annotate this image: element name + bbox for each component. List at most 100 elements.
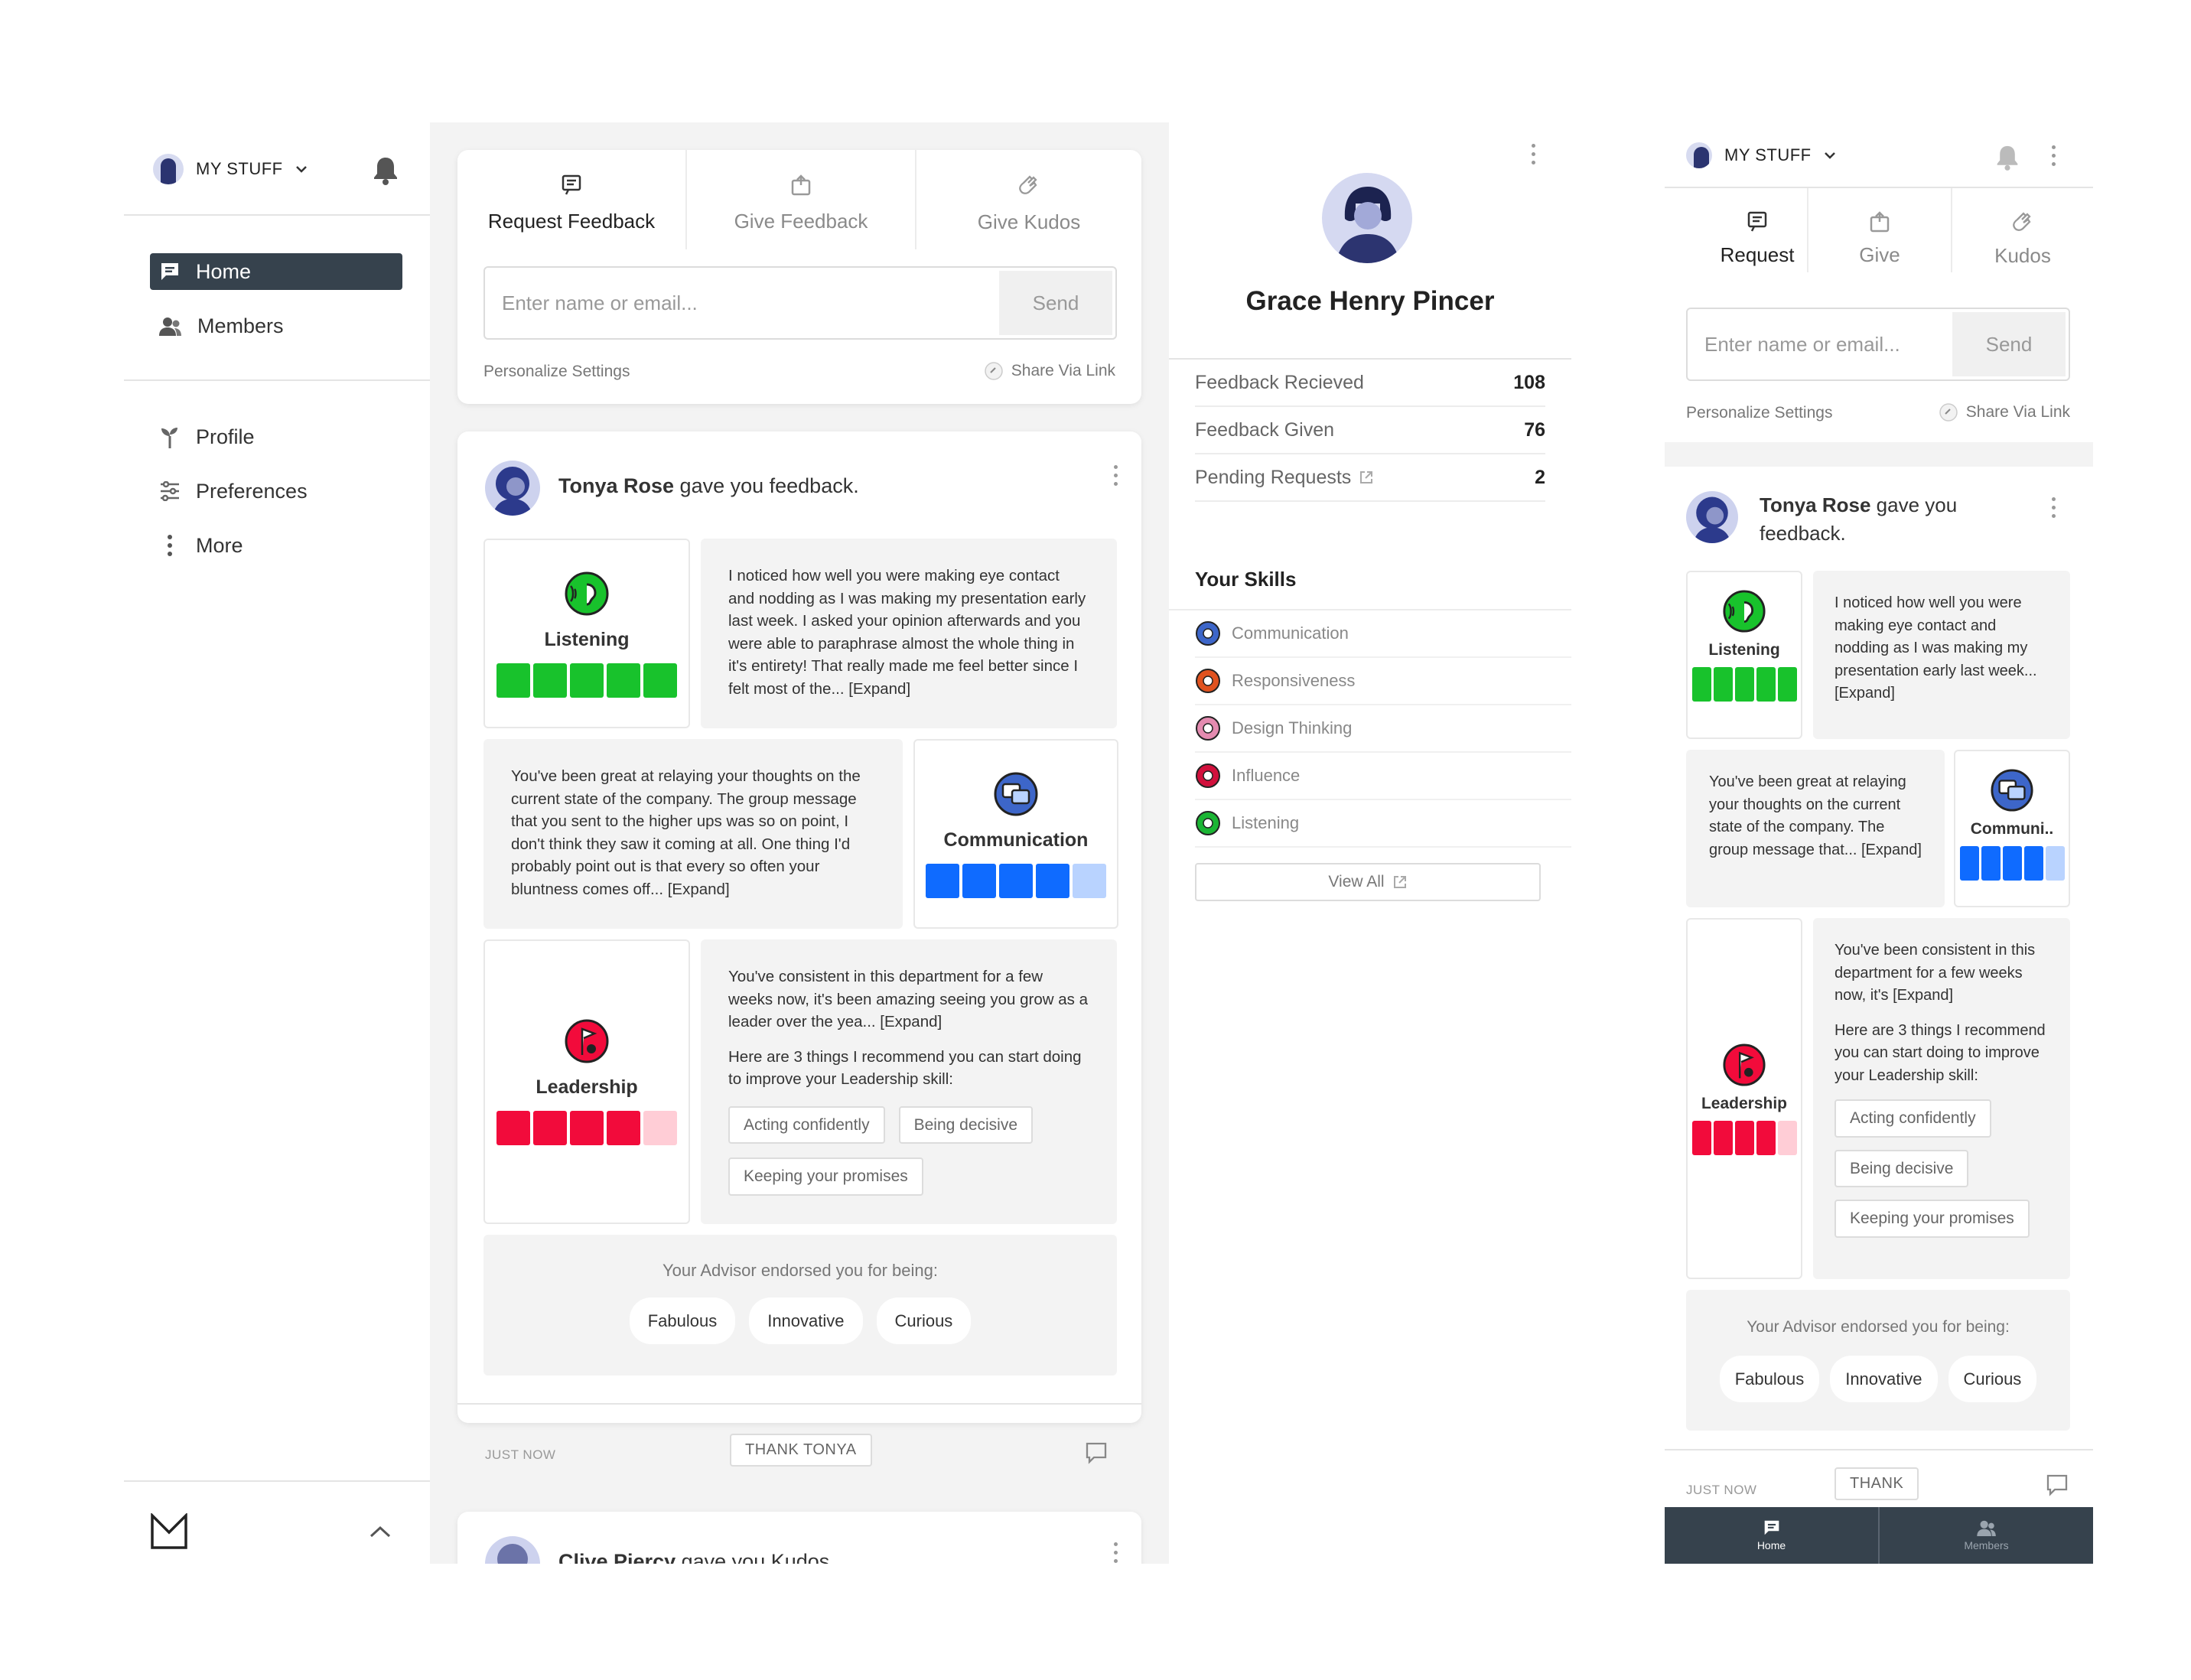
tonya-avatar <box>1686 491 1738 543</box>
endorsement-pill: Curious <box>876 1297 972 1344</box>
skill-label: Responsiveness <box>1232 671 1356 690</box>
skill-row[interactable]: Communication <box>1195 610 1571 658</box>
comment-text: You've been great at relaying your thoug… <box>511 767 861 898</box>
rating-bar-segment <box>2045 846 2065 881</box>
comment-text: Here are 3 things I recommend you can st… <box>1835 1021 2046 1084</box>
skill-row[interactable]: Influence <box>1195 753 1571 800</box>
skill-icon <box>1196 669 1220 693</box>
personalize-settings-link[interactable]: Personalize Settings <box>483 363 630 381</box>
share-via-link[interactable]: Share Via Link <box>984 361 1115 381</box>
post-menu-icon[interactable] <box>1114 465 1118 486</box>
stat-feedback-received[interactable]: Feedback Recieved 108 <box>1195 360 1545 407</box>
communication-comment[interactable]: You've been great at relaying your thoug… <box>483 739 903 929</box>
recommendation-chip[interactable]: Being decisive <box>898 1105 1034 1144</box>
rating-bar-segment <box>1777 1120 1797 1155</box>
sidebar-item-more[interactable]: More <box>150 527 402 564</box>
chevron-down-icon <box>295 166 307 173</box>
sliders-icon <box>161 481 179 501</box>
post-header: Tonya Rose gave you feedback. <box>558 474 859 498</box>
tab-give[interactable]: Give <box>1808 193 1951 285</box>
comment-icon[interactable] <box>2046 1473 2069 1496</box>
skill-row[interactable]: Design Thinking <box>1195 705 1571 753</box>
skill-label: Listening <box>1708 641 1780 659</box>
external-link-icon <box>1393 876 1406 888</box>
bottom-tab-label: Members <box>1964 1539 2009 1551</box>
communication-comment[interactable]: You've been great at relaying your thoug… <box>1686 750 1945 907</box>
skill-icon <box>1196 716 1220 741</box>
recommendation-chip[interactable]: Acting confidently <box>728 1105 885 1144</box>
sidebar-item-home[interactable]: Home <box>150 253 402 290</box>
endorsement-list: Fabulous Innovative Curious <box>483 1297 1117 1344</box>
leadership-comment[interactable]: You've consistent in this department for… <box>701 939 1117 1224</box>
skill-label: Influence <box>1232 766 1301 785</box>
recommendation-chip[interactable]: Acting confidently <box>1835 1099 1991 1138</box>
my-stuff-menu[interactable]: MY STUFF <box>153 154 308 184</box>
sidebar-item-profile[interactable]: Profile <box>150 418 402 455</box>
skill-row[interactable]: Listening <box>1195 800 1571 848</box>
rating-bar-segment <box>926 864 959 898</box>
bell-icon[interactable] <box>1995 144 2020 171</box>
comment-text: You've consistent in this department for… <box>728 968 1088 1030</box>
advisor-endorsement: Your Advisor endorsed you for being: Fab… <box>483 1235 1117 1376</box>
profile-panel: Grace Henry Pincer Feedback Recieved 108 … <box>1169 122 1571 1564</box>
rating-bar-segment <box>999 864 1033 898</box>
stat-pending-requests[interactable]: Pending Requests 2 <box>1195 454 1545 502</box>
recipient-input[interactable]: Enter name or email... Send <box>483 266 1117 340</box>
post-action: gave you feedback. <box>679 474 859 497</box>
bell-icon[interactable] <box>372 155 399 186</box>
stat-feedback-given[interactable]: Feedback Given 76 <box>1195 407 1545 454</box>
send-button[interactable]: Send <box>1952 312 2066 376</box>
rating-bar-segment <box>1756 1120 1776 1155</box>
sidebar-item-label: Preferences <box>196 479 308 503</box>
skill-row[interactable]: Responsiveness <box>1195 658 1571 705</box>
link-label: Personalize Settings <box>483 363 630 380</box>
advisor-endorsement: Your Advisor endorsed you for being: Fab… <box>1686 1290 2070 1431</box>
comment-icon[interactable] <box>1085 1441 1108 1464</box>
stat-label: Feedback Given <box>1195 418 1335 441</box>
tab-give-feedback[interactable]: Give Feedback <box>687 150 915 257</box>
profile-avatar <box>1322 173 1412 263</box>
recipient-input[interactable]: Enter name or email... Send <box>1686 308 2070 381</box>
tab-kudos[interactable]: Kudos <box>1952 193 2093 285</box>
endorsement-pill: Fabulous <box>1719 1355 1820 1402</box>
link-label: Share Via Link <box>1011 362 1115 379</box>
post-menu-icon[interactable] <box>2052 497 2056 518</box>
tab-give-kudos[interactable]: Give Kudos <box>916 150 1141 257</box>
profile-menu-icon[interactable] <box>1532 144 1536 164</box>
recommendation-chip[interactable]: Being decisive <box>1835 1149 1969 1187</box>
mobile-view: MY STUFF Request Give Kudos Enter name o… <box>1665 122 2093 1564</box>
sidebar-item-preferences[interactable]: Preferences <box>150 473 402 510</box>
thank-button[interactable]: THANK TONYA <box>730 1434 872 1467</box>
view-all-label: View All <box>1328 873 1385 890</box>
more-icon[interactable] <box>2052 145 2056 166</box>
send-button[interactable]: Send <box>999 271 1112 335</box>
leadership-comment[interactable]: You've been consistent in this departmen… <box>1813 918 2070 1279</box>
bottom-tab-home[interactable]: Home <box>1665 1507 1878 1564</box>
skill-label: Listening <box>1232 813 1300 832</box>
recommendation-chip[interactable]: Keeping your promises <box>1835 1200 2030 1238</box>
sidebar-item-members[interactable]: Members <box>150 308 402 344</box>
post-author[interactable]: Tonya Rose <box>1760 493 1870 516</box>
post-footer: JUST NOW THANK TONYA <box>485 1431 1120 1477</box>
share-via-link[interactable]: Share Via Link <box>1939 402 2070 422</box>
thank-button[interactable]: THANK <box>1835 1467 1919 1500</box>
post-menu-icon[interactable] <box>1114 1542 1118 1563</box>
chat-icon <box>1764 1520 1779 1535</box>
brand-logo <box>151 1513 187 1549</box>
comment-text: Here are 3 things I recommend you can st… <box>728 1047 1082 1089</box>
my-stuff-menu[interactable]: MY STUFF <box>1686 142 1836 168</box>
leadership-icon <box>1723 1043 1766 1086</box>
listening-comment[interactable]: I noticed how well you were making eye c… <box>1813 571 2070 739</box>
view-all-button[interactable]: View All <box>1195 863 1541 901</box>
listening-comment[interactable]: I noticed how well you were making eye c… <box>701 539 1117 728</box>
stat-value: 108 <box>1513 371 1545 393</box>
bottom-tab-members[interactable]: Members <box>1878 1507 2093 1564</box>
personalize-settings-link[interactable]: Personalize Settings <box>1686 404 1832 422</box>
bottom-tab-bar: Home Members <box>1665 1507 2093 1564</box>
tab-request-feedback[interactable]: Request Feedback <box>457 150 685 257</box>
skill-label: Listening <box>544 629 630 650</box>
recommendation-chip[interactable]: Keeping your promises <box>728 1157 923 1196</box>
recommendation-chips: Acting confidently Being decisive Keepin… <box>1835 1099 2049 1238</box>
chevron-up-icon[interactable] <box>369 1525 392 1538</box>
post-author[interactable]: Tonya Rose <box>558 474 674 497</box>
